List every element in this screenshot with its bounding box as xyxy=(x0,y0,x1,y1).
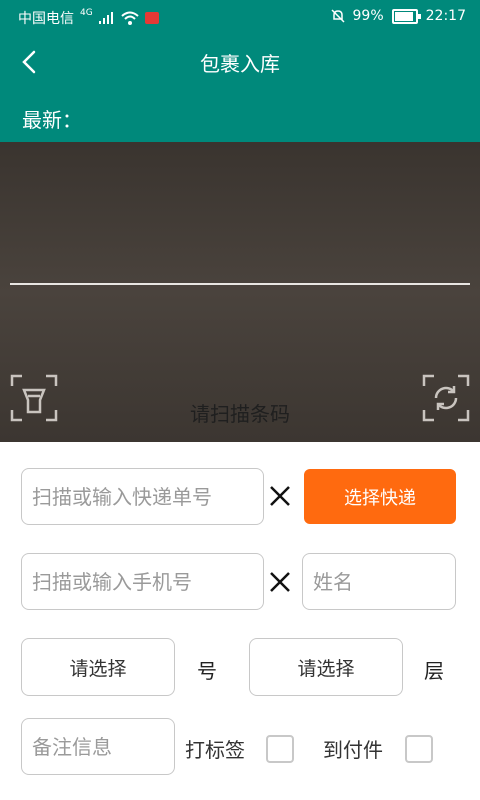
print-label-text: 打标签 xyxy=(185,738,245,762)
parcel-form: 选择快递 请选择 号 请选择 层 打标签 到付件 xyxy=(0,442,480,800)
carrier-name: 中国电信 xyxy=(18,11,74,27)
select-courier-button[interactable]: 选择快递 xyxy=(304,469,456,524)
scanner-preview[interactable]: 请扫描条码 xyxy=(0,142,480,442)
floor-select[interactable]: 请选择 xyxy=(249,638,403,696)
app-header: 包裹入库 xyxy=(0,34,480,90)
network-type: 4G xyxy=(80,8,93,18)
page-title: 包裹入库 xyxy=(200,52,280,76)
latest-label: 最新： xyxy=(22,108,82,132)
mute-bell-icon xyxy=(330,9,345,23)
status-bar: 中国电信 4G 99% 22:17 xyxy=(0,0,480,34)
clock: 22:17 xyxy=(425,8,466,24)
clear-tracking-icon[interactable] xyxy=(264,480,296,512)
name-input[interactable] xyxy=(302,553,456,610)
print-label-checkbox[interactable] xyxy=(266,735,294,763)
cod-text: 到付件 xyxy=(323,738,383,762)
scan-line xyxy=(10,283,470,285)
latest-bar: 最新： xyxy=(0,90,480,142)
phone-number-input[interactable] xyxy=(21,553,264,610)
clear-phone-icon[interactable] xyxy=(264,566,296,598)
number-select[interactable]: 请选择 xyxy=(21,638,175,696)
cod-checkbox[interactable] xyxy=(405,735,433,763)
wifi-icon xyxy=(121,11,139,25)
floor-unit-label: 层 xyxy=(424,659,444,683)
recording-icon xyxy=(144,12,159,24)
battery-percent: 99% xyxy=(352,8,384,24)
remark-input[interactable] xyxy=(21,718,175,775)
battery-icon xyxy=(391,8,421,24)
signal-icon xyxy=(98,12,113,24)
scan-hint: 请扫描条码 xyxy=(190,402,290,426)
tracking-number-input[interactable] xyxy=(21,468,264,525)
number-unit-label: 号 xyxy=(197,659,217,683)
